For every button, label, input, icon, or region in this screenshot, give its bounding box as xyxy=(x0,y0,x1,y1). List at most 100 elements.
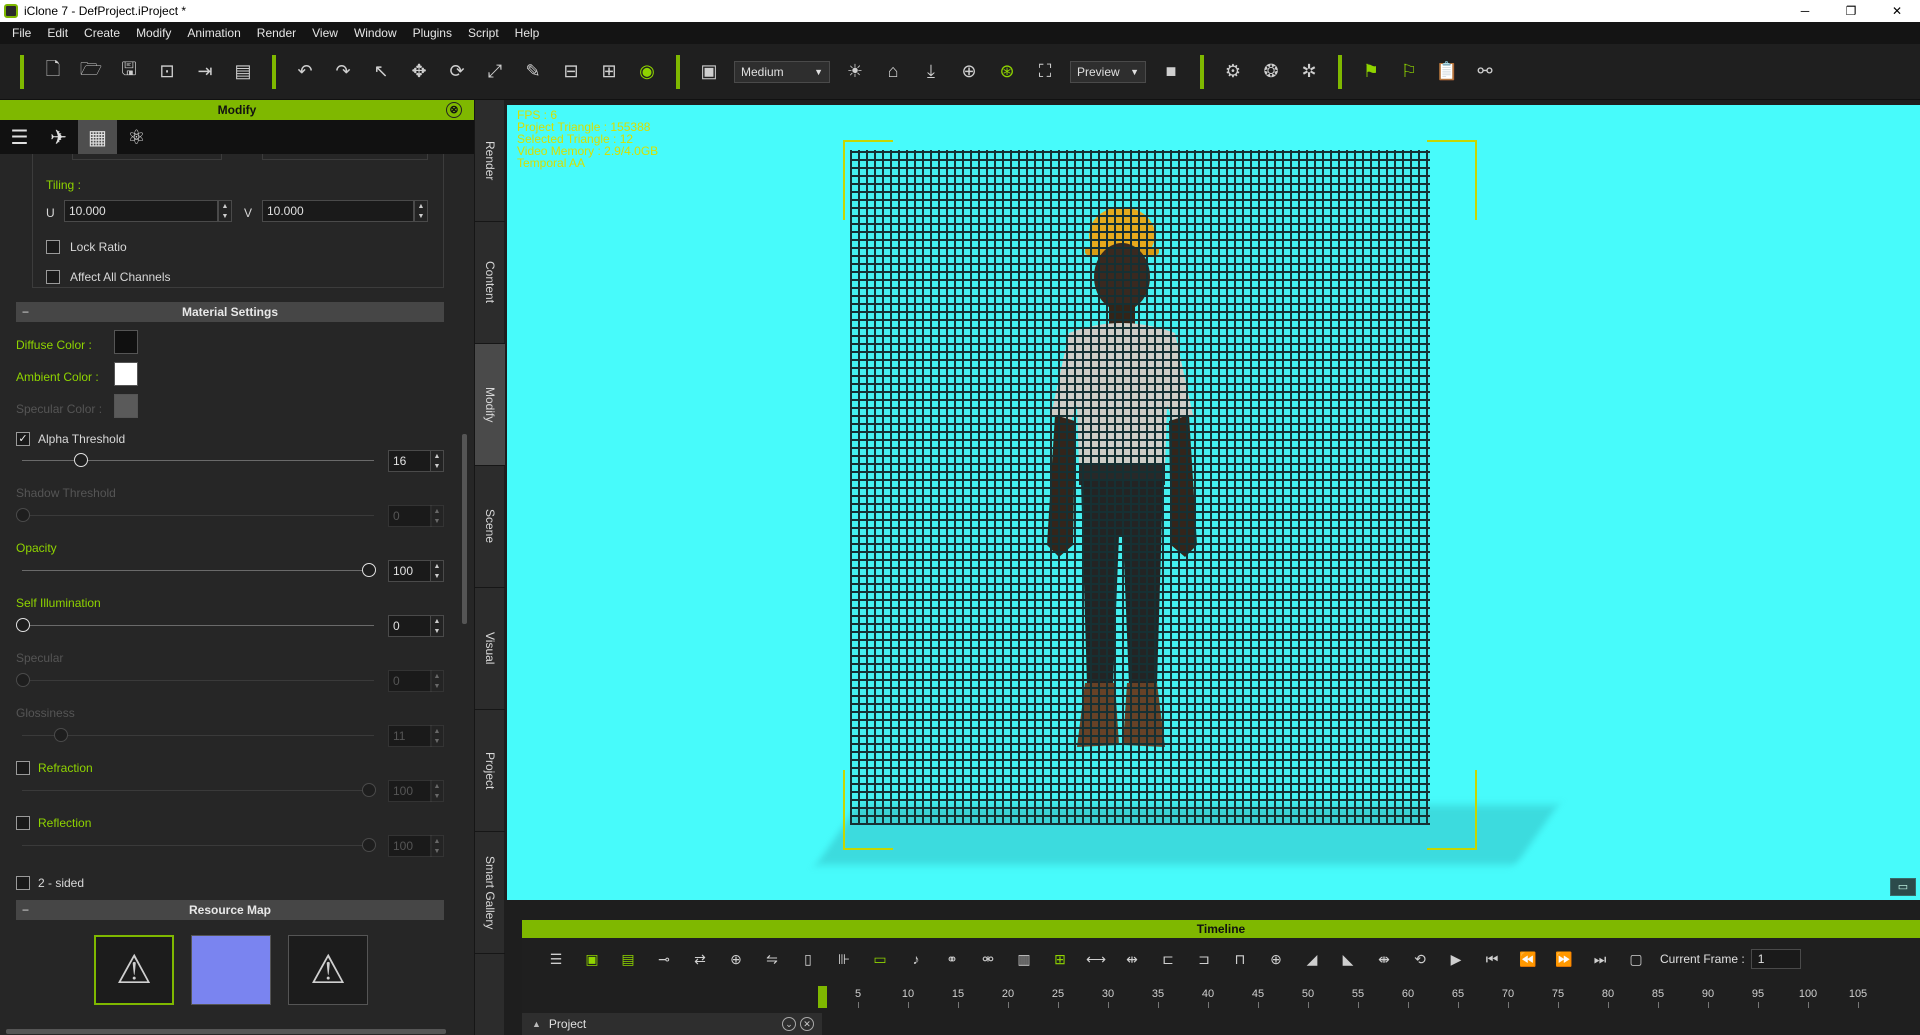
remove-track-icon[interactable]: ⊐ xyxy=(1190,946,1218,972)
tab-visual[interactable]: Visual xyxy=(475,588,505,710)
panel-horizontal-scrollbar[interactable] xyxy=(6,1029,446,1034)
fit-range-icon[interactable]: ⇹ xyxy=(1118,946,1146,972)
soft-cloth-icon[interactable]: ❂ xyxy=(1256,57,1286,87)
track-collapse-icon[interactable]: ⌄ xyxy=(782,1017,796,1031)
redo-icon[interactable]: ↷ xyxy=(328,57,358,87)
menu-modify[interactable]: Modify xyxy=(128,22,179,44)
material-settings-header[interactable]: − Material Settings xyxy=(16,302,444,322)
physics-icon[interactable]: ⚙ xyxy=(1218,57,1248,87)
refraction-checkbox[interactable] xyxy=(16,761,30,775)
open-folder-icon[interactable]: 🗁 xyxy=(76,57,106,87)
diffuse-color-swatch[interactable] xyxy=(114,330,138,354)
timeline-playhead[interactable] xyxy=(818,986,827,1008)
lock-ratio-checkbox[interactable] xyxy=(46,240,60,254)
prev-key-icon[interactable]: ◢ xyxy=(1298,946,1326,972)
frame-selected-icon[interactable]: ⊕ xyxy=(954,57,984,87)
clipboard-icon[interactable]: ▯ xyxy=(794,946,822,972)
tab-smart-gallery[interactable]: Smart Gallery xyxy=(475,832,505,954)
visibility-eye-icon[interactable]: ◉ xyxy=(632,57,662,87)
tiling-u-spinner[interactable]: ▲ ▼ xyxy=(218,200,232,222)
link-tool-icon[interactable]: ⚯ xyxy=(1470,57,1500,87)
new-file-icon[interactable]: 🗋 xyxy=(38,57,68,87)
note-icon[interactable]: ♪ xyxy=(902,946,930,972)
self-illumination-slider-track[interactable] xyxy=(22,625,374,626)
3d-viewport[interactable]: FPS : 6 Project Triangle : 155388 Select… xyxy=(507,105,1920,900)
export-icon[interactable]: ⇥ xyxy=(190,57,220,87)
resource-map-header[interactable]: − Resource Map xyxy=(16,900,444,920)
render-mode-dropdown[interactable]: Preview ▼ xyxy=(1070,60,1146,83)
sliders-tab-icon[interactable]: ☰ xyxy=(0,120,39,154)
pick-parent-icon[interactable]: ✎ xyxy=(518,57,548,87)
alpha-threshold-spinner[interactable]: ▲ ▼ xyxy=(430,450,444,472)
save-icon[interactable]: 🖫 xyxy=(114,57,144,87)
loop-icon[interactable]: ⊸ xyxy=(650,946,678,972)
physics-atom-tab-icon[interactable]: ⚛ xyxy=(117,120,156,154)
collapse-track-icon[interactable]: ⊓ xyxy=(1226,946,1254,972)
menu-view[interactable]: View xyxy=(304,22,346,44)
tab-render[interactable]: Render xyxy=(475,100,505,222)
ragdoll-icon[interactable]: ✲ xyxy=(1294,57,1324,87)
stretch-icon[interactable]: ⟷ xyxy=(1082,946,1110,972)
insert-icon[interactable]: ⊞ xyxy=(1046,946,1074,972)
flag-icon[interactable]: ⚐ xyxy=(1394,57,1424,87)
grid-mesh-plane[interactable] xyxy=(850,150,1430,825)
menu-create[interactable]: Create xyxy=(76,22,128,44)
unlink-icon[interactable]: ⚮ xyxy=(974,946,1002,972)
undo-icon[interactable]: ↶ xyxy=(290,57,320,87)
move-icon[interactable]: ✥ xyxy=(404,57,434,87)
go-to-start-icon[interactable]: ⏮ xyxy=(1478,946,1506,972)
chat-bubble-icon[interactable]: ▭ xyxy=(1890,878,1916,896)
loop-range-icon[interactable]: ⟲ xyxy=(1406,946,1434,972)
tab-scene[interactable]: Scene xyxy=(475,466,505,588)
map-slot-warning-icon[interactable]: ⚠ xyxy=(288,935,368,1005)
align-icon[interactable]: ⊟ xyxy=(556,57,586,87)
motion-tab-icon[interactable]: ✈ xyxy=(39,120,78,154)
add-key-icon[interactable]: ⊕ xyxy=(722,946,750,972)
previous-frame-icon[interactable]: ⏪ xyxy=(1514,946,1542,972)
video-camera-icon[interactable]: ■ xyxy=(1156,57,1186,87)
affect-all-channels-checkbox[interactable] xyxy=(46,270,60,284)
snap-icon[interactable]: ⊞ xyxy=(594,57,624,87)
menu-plugins[interactable]: Plugins xyxy=(405,22,460,44)
minimize-button[interactable]: ─ xyxy=(1782,0,1828,22)
menu-window[interactable]: Window xyxy=(346,22,405,44)
go-to-end-icon[interactable]: ⏭ xyxy=(1586,946,1614,972)
range-icon[interactable]: ⇼ xyxy=(1370,946,1398,972)
link-icon[interactable]: ⚭ xyxy=(938,946,966,972)
sync-icon[interactable]: ⊪ xyxy=(830,946,858,972)
merge-project-icon[interactable]: ⊡ xyxy=(152,57,182,87)
scale-icon[interactable]: ⤢ xyxy=(480,57,510,87)
loop-mode-icon[interactable]: ▢ xyxy=(1622,946,1650,972)
project-track-row[interactable]: ▲ Project ⌄ ✕ xyxy=(522,1013,822,1035)
menu-script[interactable]: Script xyxy=(460,22,507,44)
opacity-spinner[interactable]: ▲ ▼ xyxy=(430,560,444,582)
diffuse-map-slot-warning-icon[interactable]: ⚠ xyxy=(94,935,174,1005)
alpha-threshold-slider-knob[interactable] xyxy=(74,453,88,467)
menu-animation[interactable]: Animation xyxy=(179,22,248,44)
add-track-icon[interactable]: ⊏ xyxy=(1154,946,1182,972)
alpha-threshold-input[interactable]: 16 xyxy=(388,450,432,472)
camera-gizmo-icon[interactable]: ⊛ xyxy=(992,57,1022,87)
track-list-icon[interactable]: ☰ xyxy=(542,946,570,972)
expand-triangle-icon[interactable]: ▲ xyxy=(532,1019,541,1029)
timeline-ruler[interactable]: 5 10 15 20 25 30 35 40 45 50 55 60 65 70 75 80 85 90 95 100… xyxy=(822,986,1920,1008)
menu-file[interactable]: File xyxy=(4,22,39,44)
reflection-checkbox[interactable] xyxy=(16,816,30,830)
tab-modify[interactable]: Modify xyxy=(475,344,505,466)
panel-close-icon[interactable]: ⊗ xyxy=(446,102,462,118)
quality-dropdown[interactable]: Medium ▼ xyxy=(734,60,830,83)
self-illumination-input[interactable]: 0 xyxy=(388,615,432,637)
clipboard-icon[interactable]: 📋 xyxy=(1432,57,1462,87)
panel-scrollbar[interactable] xyxy=(462,434,467,624)
two-sided-checkbox[interactable] xyxy=(16,876,30,890)
menu-edit[interactable]: Edit xyxy=(39,22,76,44)
next-frame-icon[interactable]: ⏩ xyxy=(1550,946,1578,972)
motion-capture-icon[interactable]: ⚑ xyxy=(1356,57,1386,87)
opacity-slider-track[interactable] xyxy=(22,570,374,571)
usd-export-icon[interactable]: ▤ xyxy=(228,57,258,87)
material-checker-tab-icon[interactable]: ▦ xyxy=(78,120,117,154)
tab-content[interactable]: Content xyxy=(475,222,505,344)
tiling-u-input[interactable]: 10.000 xyxy=(64,200,218,222)
home-view-icon[interactable]: ⌂ xyxy=(878,57,908,87)
close-button[interactable]: ✕ xyxy=(1874,0,1920,22)
